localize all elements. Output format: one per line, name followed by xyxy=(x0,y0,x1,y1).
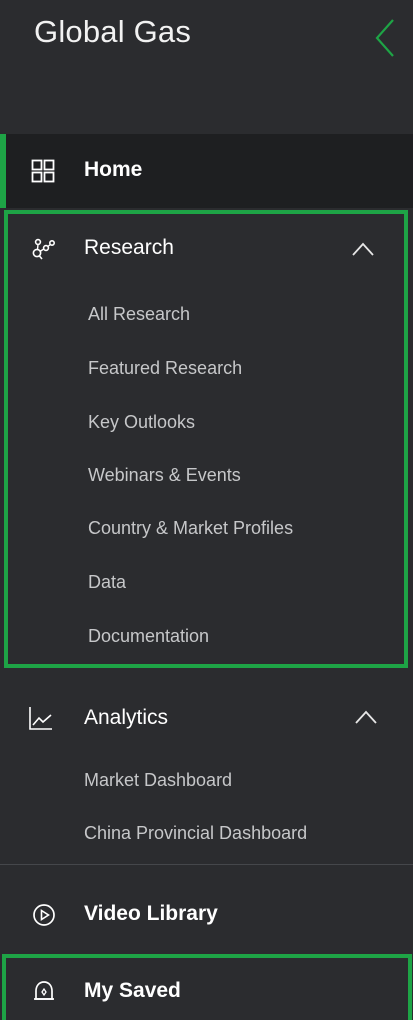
nav-item-my-saved[interactable]: My Saved xyxy=(2,954,412,1020)
nav-home-label: Home xyxy=(84,158,143,181)
app-header: Global Gas xyxy=(0,0,413,134)
nav-my-saved-label: My Saved xyxy=(84,979,181,1002)
nav-item-research[interactable]: Research xyxy=(8,214,404,284)
nav-item-analytics[interactable]: Analytics xyxy=(0,672,413,742)
research-item-data[interactable]: Data xyxy=(88,572,126,593)
app-title: Global Gas xyxy=(34,14,192,49)
research-item-featured-research[interactable]: Featured Research xyxy=(88,358,242,379)
analytics-item-china-provincial-dashboard[interactable]: China Provincial Dashboard xyxy=(84,823,307,844)
chevron-up-icon xyxy=(352,242,374,256)
line-chart-icon xyxy=(29,706,53,730)
sidebar: Global Gas Home Research All Research Fe… xyxy=(0,0,413,1020)
saved-bell-icon xyxy=(32,979,56,1003)
research-item-all-research[interactable]: All Research xyxy=(88,304,190,325)
nav-research-label: Research xyxy=(84,236,174,259)
chevron-up-icon xyxy=(355,710,377,724)
research-item-key-outlooks[interactable]: Key Outlooks xyxy=(88,412,195,433)
play-circle-icon xyxy=(32,903,56,927)
nav-video-library-label: Video Library xyxy=(84,902,218,925)
research-item-documentation[interactable]: Documentation xyxy=(88,626,209,647)
nav-analytics-label: Analytics xyxy=(84,706,169,729)
grid-icon xyxy=(31,159,55,183)
research-item-country-market-profiles[interactable]: Country & Market Profiles xyxy=(88,518,293,539)
nav-section-analytics: Analytics Market Dashboard China Provinc… xyxy=(0,672,413,865)
nav-item-video-library[interactable]: Video Library xyxy=(0,866,413,956)
nav-item-home[interactable]: Home xyxy=(0,134,413,208)
collapse-sidebar-button[interactable] xyxy=(367,16,403,60)
analytics-item-market-dashboard[interactable]: Market Dashboard xyxy=(84,770,232,791)
chevron-left-icon xyxy=(375,19,394,57)
research-item-webinars-events[interactable]: Webinars & Events xyxy=(88,465,241,486)
nav-section-research: Research All Research Featured Research … xyxy=(4,210,408,668)
research-network-icon xyxy=(31,238,55,262)
